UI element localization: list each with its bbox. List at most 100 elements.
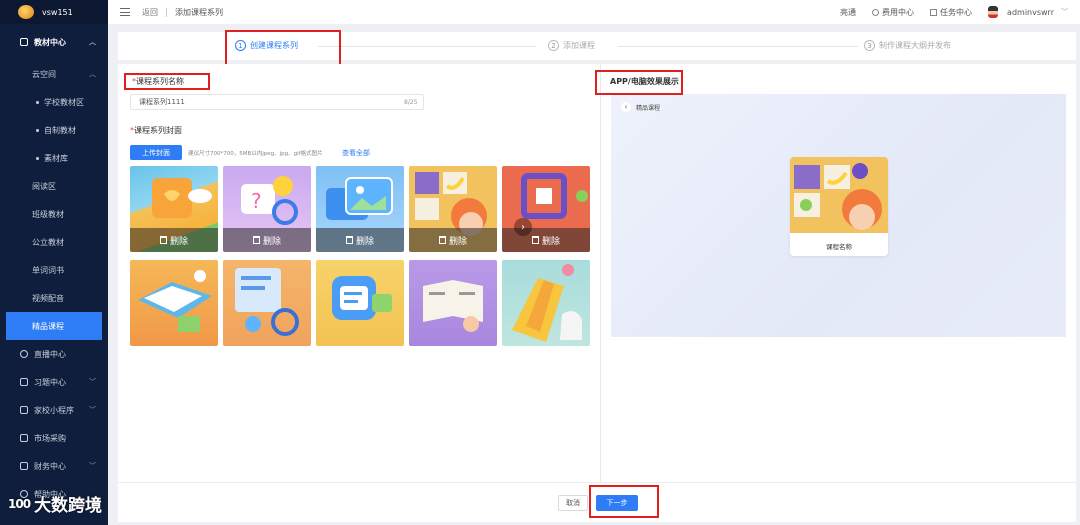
sidebar-item-video[interactable]: 视频配音 <box>0 284 108 312</box>
step-label: 添加课程 <box>563 41 595 50</box>
sidebar-item-public[interactable]: 公立教材 <box>0 228 108 256</box>
book-icon <box>20 38 28 46</box>
sidebar-item-school-materials[interactable]: 学校教材区 <box>0 88 108 116</box>
live-icon <box>20 350 28 358</box>
delete-cover-button[interactable]: 删除 <box>409 228 497 252</box>
view-all-link[interactable]: 查看全部 <box>342 148 370 158</box>
sidebar-item-label: 班级教材 <box>32 209 64 219</box>
trash-icon <box>345 236 353 244</box>
sidebar-item-library[interactable]: 素材库 <box>0 144 108 172</box>
cart-icon <box>20 434 28 442</box>
sidebar-item-live[interactable]: 直播中心 <box>0 340 108 368</box>
chevron-up-icon: ︿ <box>89 38 96 46</box>
cover-thumbnail[interactable] <box>130 260 218 346</box>
sidebar-item-label: 自制教材 <box>44 125 76 135</box>
cover-thumbnail[interactable] <box>502 260 590 346</box>
sidebar-item-label: 云空间 <box>32 69 56 79</box>
preview-course-card: 课程名称 <box>790 157 888 256</box>
billing-label: 费用中心 <box>882 7 915 17</box>
billing-link[interactable]: 费用中心 <box>872 7 914 18</box>
chevron-left-icon: ‹ <box>621 102 631 112</box>
delete-cover-button[interactable]: 删除 <box>316 228 404 252</box>
tasks-link[interactable]: 任务中心 <box>930 7 972 18</box>
trash-icon <box>438 236 446 244</box>
cover-label-text: 课程系列封面 <box>134 126 182 135</box>
preview-cover-image <box>790 157 888 233</box>
series-name-input[interactable] <box>130 94 424 110</box>
user-menu[interactable]: adminvswrr ﹀ <box>988 6 1068 18</box>
preview-course-name: 课程名称 <box>826 243 852 251</box>
sidebar-item-cloud-space[interactable]: 云空间 ︿ <box>0 60 108 88</box>
sidebar-item-label: 家校小程序 <box>34 405 74 415</box>
sidebar-item-miniapp[interactable]: 家校小程序 ﹀ <box>0 396 108 424</box>
upload-cover-button[interactable]: 上传封面 <box>130 145 182 160</box>
step-number: 2 <box>548 40 559 51</box>
step-outline-publish: 3 制作课程大纲并发布 <box>864 40 951 51</box>
sidebar-item-label: 素材库 <box>44 153 68 163</box>
cover-illustration <box>512 264 582 342</box>
step-connector <box>618 46 858 47</box>
breadcrumb: 添加课程系列 <box>175 7 223 17</box>
sidebar-item-label: 单词词书 <box>32 265 64 275</box>
panel-divider <box>600 64 601 482</box>
cover-thumbnail[interactable] <box>409 260 497 346</box>
view-link[interactable]: 亮通 <box>840 7 856 18</box>
bullet-icon <box>36 100 39 104</box>
sidebar-group-materials[interactable]: 教材中心 ︿ <box>0 24 108 60</box>
preview-area: ‹ 精品课程 课程名称 <box>611 94 1066 337</box>
cover-thumbnail[interactable]: 删除 <box>502 166 590 252</box>
menu-icon[interactable] <box>120 8 130 16</box>
sidebar-item-market[interactable]: 市场采购 <box>0 424 108 452</box>
delete-label: 删除 <box>541 236 560 247</box>
cover-illustration <box>423 280 483 332</box>
brand[interactable]: vsw151 <box>0 0 108 24</box>
sidebar-item-exercise[interactable]: 习题中心 ﹀ <box>0 368 108 396</box>
sidebar: vsw151 教材中心 ︿ 云空间 ︿ 学校教材区 自制教材 素材库 阅读区 班… <box>0 0 108 525</box>
preview-back: ‹ 精品课程 <box>621 102 660 112</box>
brand-name: vsw151 <box>42 7 73 17</box>
finance-icon <box>20 462 28 470</box>
sidebar-item-premium[interactable]: 精品课程 <box>6 312 102 340</box>
tasks-icon <box>930 8 938 16</box>
sidebar-item-label: 视频配音 <box>32 293 64 303</box>
step-connector <box>318 46 536 47</box>
sidebar-item-reading[interactable]: 阅读区 <box>0 172 108 200</box>
cover-thumbnail[interactable]: 删除 <box>316 166 404 252</box>
sidebar-item-finance[interactable]: 财务中心 ﹀ <box>0 452 108 480</box>
cover-thumbnail[interactable] <box>316 260 404 346</box>
cover-thumbnail[interactable]: 删除 <box>409 166 497 252</box>
carousel-next-icon[interactable]: › <box>514 218 532 236</box>
upload-hint: 建议尺寸700*700，5MB以内jpeg、jpg、gif格式图片 <box>188 151 323 157</box>
cover-thumbnail[interactable]: ? 删除 <box>223 166 311 252</box>
cover-illustration <box>138 270 212 332</box>
cover-illustration <box>235 268 299 336</box>
delete-label: 删除 <box>355 236 374 247</box>
step-number: 3 <box>864 40 875 51</box>
billing-icon <box>872 8 880 16</box>
chevron-down-icon: ﹀ <box>1061 8 1068 16</box>
sidebar-item-words[interactable]: 单词词书 <box>0 256 108 284</box>
sidebar-item-label: 公立教材 <box>32 237 64 247</box>
highlight-box-next <box>589 485 659 518</box>
watermark: 100 大数跨境 <box>8 491 102 516</box>
chevron-down-icon: ﹀ <box>89 462 96 470</box>
trash-icon <box>252 236 260 244</box>
sidebar-item-label: 直播中心 <box>34 349 66 359</box>
delete-cover-button[interactable]: 删除 <box>130 228 218 252</box>
topbar-actions: 亮通 费用中心 任务中心 adminvswrr ﹀ <box>840 6 1068 18</box>
tasks-label: 任务中心 <box>940 7 973 17</box>
back-link[interactable]: 返回 <box>142 7 158 18</box>
step-add-course: 2 添加课程 <box>548 40 595 51</box>
delete-cover-button[interactable]: 删除 <box>223 228 311 252</box>
cover-thumbnail[interactable] <box>223 260 311 346</box>
cover-thumbnail[interactable]: 删除 <box>130 166 218 252</box>
cover-illustration <box>332 276 392 320</box>
topbar: 返回 添加课程系列 亮通 费用中心 任务中心 adminvswrr ﹀ <box>108 0 1080 24</box>
watermark-logo: 100 <box>8 496 31 511</box>
preview-back-label: 精品课程 <box>636 104 661 112</box>
svg-text:?: ? <box>251 189 262 213</box>
user-name: adminvswrr <box>1007 7 1054 17</box>
sidebar-item-custom-materials[interactable]: 自制教材 <box>0 116 108 144</box>
sidebar-item-class[interactable]: 班级教材 <box>0 200 108 228</box>
cancel-button[interactable]: 取消 <box>558 495 588 511</box>
